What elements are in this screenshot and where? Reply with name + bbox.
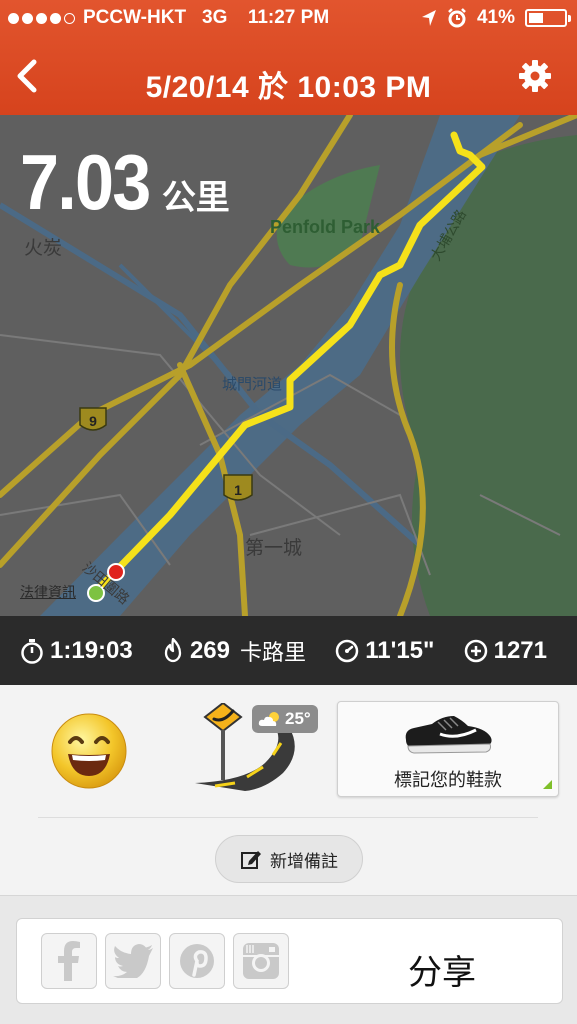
duration-value: 1:19:03 bbox=[50, 636, 133, 664]
calories-value: 269 bbox=[189, 636, 230, 664]
header: PCCW-HKT 3G 11:27 PM 41% 5/20/14 於 10:03… bbox=[0, 0, 577, 115]
distance-unit: 公里 bbox=[161, 179, 230, 217]
smiley-icon[interactable] bbox=[50, 712, 128, 790]
shoe-icon bbox=[405, 716, 492, 754]
run-details: 25° 標記您的鞋款 新增備註 bbox=[0, 685, 577, 895]
battery-percent: 41% bbox=[476, 7, 515, 28]
duration-stat: 1:19:03 bbox=[20, 637, 133, 665]
facebook-share-button[interactable] bbox=[41, 933, 97, 989]
fuel-plus-icon bbox=[464, 639, 487, 662]
location-arrow-icon bbox=[421, 10, 436, 26]
route-map[interactable]: 9 1 7.03 公里 火炭 Penfold Park 城門河道 第一城 大埔公… bbox=[0, 115, 577, 616]
temperature-value: 25° bbox=[285, 709, 311, 728]
corner-indicator-icon bbox=[543, 780, 552, 789]
add-note-button[interactable]: 新增備註 bbox=[215, 835, 363, 883]
svg-text:9: 9 bbox=[89, 413, 97, 429]
edit-note-icon bbox=[241, 851, 261, 869]
pinterest-share-button[interactable] bbox=[169, 933, 225, 989]
settings-button[interactable] bbox=[517, 58, 553, 94]
instagram-share-button[interactable] bbox=[233, 933, 289, 989]
add-note-label: 新增備註 bbox=[270, 851, 338, 871]
alarm-icon bbox=[448, 8, 466, 28]
facebook-icon bbox=[58, 941, 80, 981]
flame-icon bbox=[164, 637, 182, 662]
pace-stat: 11'15" bbox=[335, 637, 434, 665]
status-bar: PCCW-HKT 3G 11:27 PM 41% bbox=[0, 0, 577, 36]
share-card: 分享 bbox=[16, 918, 563, 1004]
distance-value: 7.03 bbox=[20, 138, 151, 226]
legal-info-link[interactable]: 法律資訊 bbox=[20, 582, 76, 602]
tag-shoe-button[interactable]: 標記您的鞋款 bbox=[337, 701, 559, 797]
pinterest-icon bbox=[180, 944, 214, 978]
twitter-share-button[interactable] bbox=[105, 933, 161, 989]
fuel-value: 1271 bbox=[493, 636, 547, 664]
route-9-shield: 9 bbox=[79, 407, 107, 431]
map-label-district: 第一城 bbox=[245, 538, 303, 559]
share-button[interactable]: 分享 bbox=[352, 945, 532, 994]
pace-gauge-icon bbox=[335, 639, 359, 662]
partly-cloudy-icon bbox=[258, 712, 279, 726]
divider bbox=[38, 817, 538, 818]
pace-value: 11'15" bbox=[365, 636, 435, 664]
weather-badge: 25° bbox=[252, 705, 318, 733]
svg-text:1: 1 bbox=[234, 482, 242, 498]
twitter-icon bbox=[113, 944, 153, 978]
nav-bar: 5/20/14 於 10:03 PM bbox=[0, 44, 577, 114]
page-title: 5/20/14 於 10:03 PM bbox=[145, 71, 432, 104]
map-label-huotan: 火炭 bbox=[24, 238, 63, 259]
distance-display: 7.03 公里 bbox=[20, 137, 230, 228]
route-1-shield: 1 bbox=[223, 474, 253, 501]
instagram-icon bbox=[243, 943, 279, 979]
share-section: 分享 bbox=[0, 895, 577, 1024]
calories-stat: 269 卡路里 bbox=[162, 635, 306, 667]
shoe-label: 標記您的鞋款 bbox=[394, 770, 502, 790]
status-right: 41% bbox=[421, 7, 571, 29]
stopwatch-icon bbox=[21, 638, 43, 664]
calories-unit: 卡路里 bbox=[240, 639, 307, 665]
map-label-river: 城門河道 bbox=[222, 376, 283, 393]
map-label-park: Penfold Park bbox=[270, 217, 381, 237]
fuel-stat: 1271 bbox=[464, 637, 547, 665]
battery-icon bbox=[525, 9, 571, 27]
stats-bar: 1:19:03 269 卡路里 11'15" 1271 bbox=[0, 616, 577, 685]
